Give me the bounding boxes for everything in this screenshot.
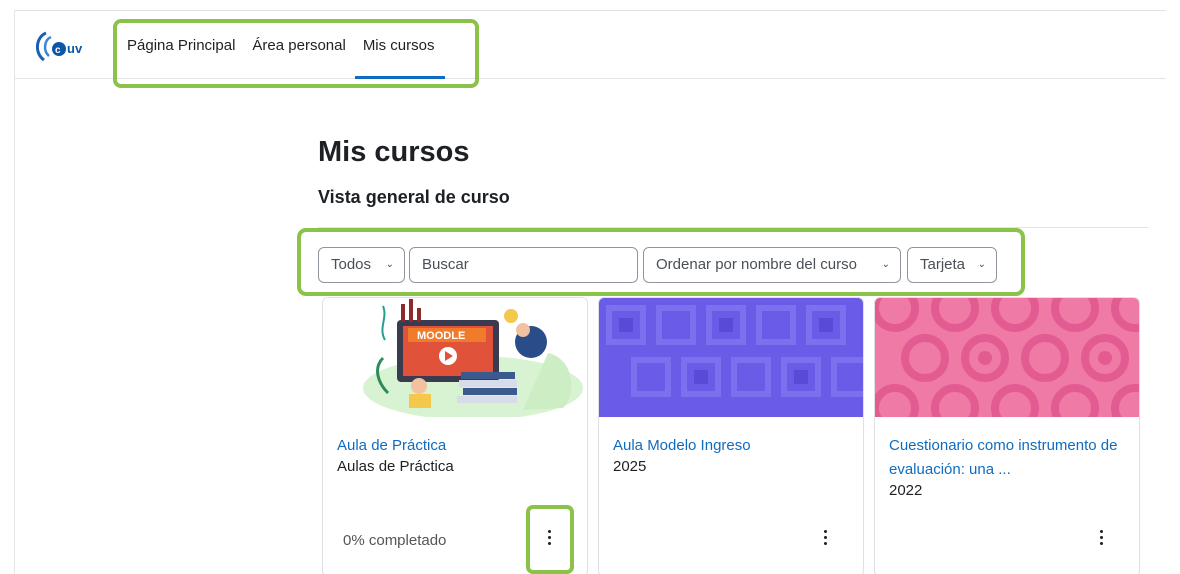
more-options-icon[interactable]	[1096, 530, 1106, 550]
course-image[interactable]	[599, 298, 864, 417]
course-image[interactable]	[875, 298, 1140, 417]
menu-highlight-box	[526, 505, 574, 574]
page: c uv Página Principal Área personal Mis …	[0, 0, 1180, 574]
frame-left	[14, 10, 15, 574]
page-title: Mis cursos	[318, 136, 470, 168]
course-progress: 0% completado	[343, 532, 447, 549]
nav-highlight-box	[113, 19, 479, 88]
course-category: Aulas de Práctica	[337, 458, 454, 475]
more-options-icon[interactable]	[820, 530, 830, 550]
course-name-link[interactable]: Cuestionario como instrumento de evaluac…	[889, 434, 1139, 482]
svg-text:uv: uv	[67, 41, 83, 56]
course-category: 2022	[889, 482, 923, 499]
svg-text:c: c	[55, 45, 61, 56]
course-category: 2025	[613, 458, 647, 475]
cuv-logo[interactable]: c uv	[32, 29, 94, 63]
filters-highlight-box	[297, 228, 1025, 296]
course-card: Aula Modelo Ingreso 2025	[598, 297, 864, 574]
course-image[interactable]: MOODLE	[323, 298, 588, 417]
section-title: Vista general de curso	[318, 187, 510, 207]
moodle-label: MOODLE	[417, 330, 465, 342]
course-name-link[interactable]: Aula Modelo Ingreso	[613, 434, 863, 458]
course-card: Cuestionario como instrumento de evaluac…	[874, 297, 1140, 574]
course-name-link[interactable]: Aula de Práctica	[337, 434, 587, 458]
